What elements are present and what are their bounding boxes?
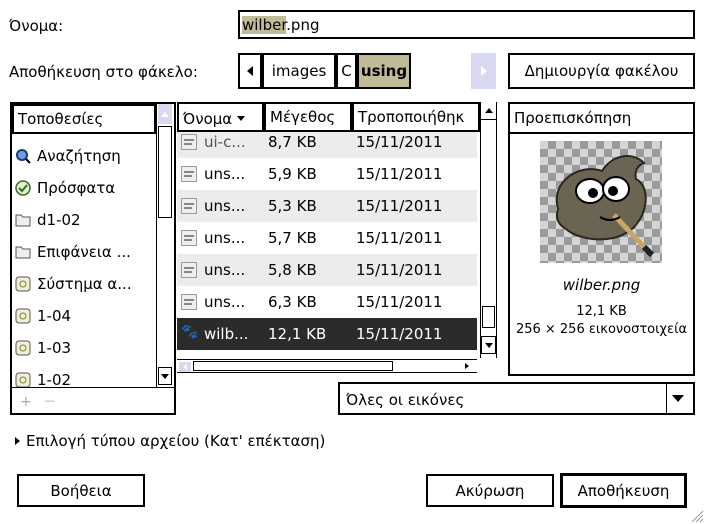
chevron-down-icon bbox=[672, 395, 684, 402]
column-header-modified[interactable]: Τροποποιήθηκ bbox=[352, 102, 480, 132]
name-label: Όνομα: bbox=[9, 17, 64, 35]
wilber-mascot-icon bbox=[555, 155, 655, 258]
path-button-using[interactable]: using bbox=[357, 53, 411, 89]
folder-icon bbox=[15, 244, 31, 260]
scroll-up-arrow-icon[interactable] bbox=[158, 104, 172, 124]
folder-icon bbox=[15, 212, 31, 228]
filename-selected-text: wilber bbox=[242, 16, 287, 34]
sort-arrow-icon bbox=[237, 116, 246, 121]
scroll-down-arrow-icon[interactable] bbox=[481, 336, 496, 354]
path-button-images[interactable]: images bbox=[262, 53, 336, 89]
table-row[interactable]: uns... 5,3 KB 15/11/2011 bbox=[177, 190, 477, 222]
image-file-icon bbox=[181, 230, 197, 246]
drive-icon bbox=[15, 372, 31, 387]
image-file-icon bbox=[181, 166, 197, 182]
files-hscrollbar[interactable] bbox=[177, 359, 477, 373]
column-header-name[interactable]: Όνομα bbox=[177, 102, 264, 132]
path-button-c[interactable]: C bbox=[336, 53, 357, 89]
preview-panel: Προεπισκόπηση wilber.png 12,1 KB 256 × 2… bbox=[508, 102, 695, 376]
places-header[interactable]: Τοποθεσίες bbox=[12, 104, 156, 134]
places-scrollbar[interactable] bbox=[156, 104, 172, 387]
scroll-left-arrow-icon[interactable] bbox=[179, 362, 191, 372]
file-type-expander[interactable]: Επιλογή τύπου αρχείου (Κατ' επέκταση) bbox=[15, 431, 325, 451]
filename-rest-text: .png bbox=[286, 16, 320, 34]
filename-input[interactable]: wilber.png bbox=[238, 10, 695, 39]
table-row-selected[interactable]: 🐾 wilb... 12,1 KB 15/11/2011 bbox=[177, 318, 477, 350]
drive-icon bbox=[15, 276, 31, 292]
search-icon bbox=[15, 148, 31, 164]
image-file-icon bbox=[181, 294, 197, 310]
files-panel: Όνομα Μέγεθος Τροποποιήθηκ ui-c... 8,7 K… bbox=[177, 102, 497, 374]
place-item-d1-02[interactable]: d1-02 bbox=[15, 204, 81, 236]
file-filter-combo[interactable]: Όλες οι εικόνες bbox=[338, 382, 695, 415]
drive-icon bbox=[15, 308, 31, 324]
preview-size: 12,1 KB bbox=[576, 304, 627, 319]
left-arrow-icon bbox=[247, 66, 253, 76]
add-place-button[interactable]: + bbox=[20, 392, 32, 412]
combo-divider bbox=[666, 384, 667, 413]
right-arrow-icon bbox=[480, 66, 487, 76]
table-row[interactable]: uns... 5,8 KB 15/11/2011 bbox=[177, 254, 477, 286]
files-hscroll-thumb[interactable] bbox=[193, 361, 393, 371]
places-divider bbox=[12, 387, 174, 388]
places-panel: Τοποθεσίες Αναζήτηση Πρόσφατα d1-02 Επιφ… bbox=[10, 102, 176, 415]
image-file-icon bbox=[181, 262, 197, 278]
create-folder-button[interactable]: Δημιουργία φακέλου bbox=[508, 53, 695, 89]
place-item-recent[interactable]: Πρόσφατα bbox=[15, 172, 115, 204]
remove-place-button[interactable]: — bbox=[44, 391, 55, 411]
place-item-filesystem[interactable]: Σύστημα α... bbox=[15, 268, 132, 300]
table-row[interactable]: uns... 5,9 KB 15/11/2011 bbox=[177, 158, 477, 190]
path-scroll-left-button[interactable] bbox=[238, 53, 262, 89]
scroll-right-arrow-icon[interactable] bbox=[461, 361, 473, 371]
place-item-1-02[interactable]: 1-02 bbox=[15, 364, 71, 387]
scroll-down-arrow-icon[interactable] bbox=[158, 367, 172, 385]
expander-arrow-icon bbox=[15, 437, 20, 445]
files-list: ui-c... 8,7 KB 15/11/2011 uns... 5,9 KB … bbox=[177, 132, 480, 358]
places-scroll-thumb[interactable] bbox=[158, 126, 172, 218]
help-button[interactable]: Βοήθεια bbox=[17, 474, 145, 507]
place-item-1-03[interactable]: 1-03 bbox=[15, 332, 71, 364]
files-vscrollbar[interactable] bbox=[480, 102, 497, 358]
file-filter-value: Όλες οι εικόνες bbox=[346, 391, 465, 409]
image-file-icon bbox=[181, 134, 197, 150]
place-item-search[interactable]: Αναζήτηση bbox=[15, 140, 121, 172]
files-vscroll-thumb[interactable] bbox=[482, 306, 495, 328]
recent-icon bbox=[15, 180, 31, 196]
file-type-label: Επιλογή τύπου αρχείου (Κατ' επέκταση) bbox=[26, 432, 326, 450]
table-row[interactable]: ui-c... 8,7 KB 15/11/2011 bbox=[177, 132, 477, 158]
drive-icon bbox=[15, 340, 31, 356]
cancel-button[interactable]: Ακύρωση bbox=[426, 474, 554, 507]
path-scroll-right-button[interactable] bbox=[471, 53, 496, 89]
preview-dimensions: 256 × 256 εικονοστοιχεία bbox=[515, 322, 688, 337]
table-row[interactable]: uns... 5,7 KB 15/11/2011 bbox=[177, 222, 477, 254]
preview-image bbox=[540, 141, 662, 263]
scroll-up-arrow-icon[interactable] bbox=[481, 102, 496, 120]
resize-grip-icon[interactable] bbox=[690, 509, 704, 523]
save-button[interactable]: Αποθήκευση bbox=[560, 473, 687, 508]
preview-filename: wilber.png bbox=[562, 276, 641, 294]
wilber-thumb-icon: 🐾 bbox=[181, 324, 199, 340]
table-row[interactable]: uns... 6,3 KB 15/11/2011 bbox=[177, 286, 477, 318]
preview-header: Προεπισκόπηση bbox=[508, 102, 695, 134]
column-header-size[interactable]: Μέγεθος bbox=[264, 102, 352, 132]
image-file-icon bbox=[181, 198, 197, 214]
places-list: Αναζήτηση Πρόσφατα d1-02 Επιφάνεια ... Σ… bbox=[12, 134, 156, 387]
save-in-label: Αποθήκευση στο φάκελο: bbox=[9, 63, 198, 81]
place-item-desktop[interactable]: Επιφάνεια ... bbox=[15, 236, 131, 268]
place-item-1-04[interactable]: 1-04 bbox=[15, 300, 71, 332]
